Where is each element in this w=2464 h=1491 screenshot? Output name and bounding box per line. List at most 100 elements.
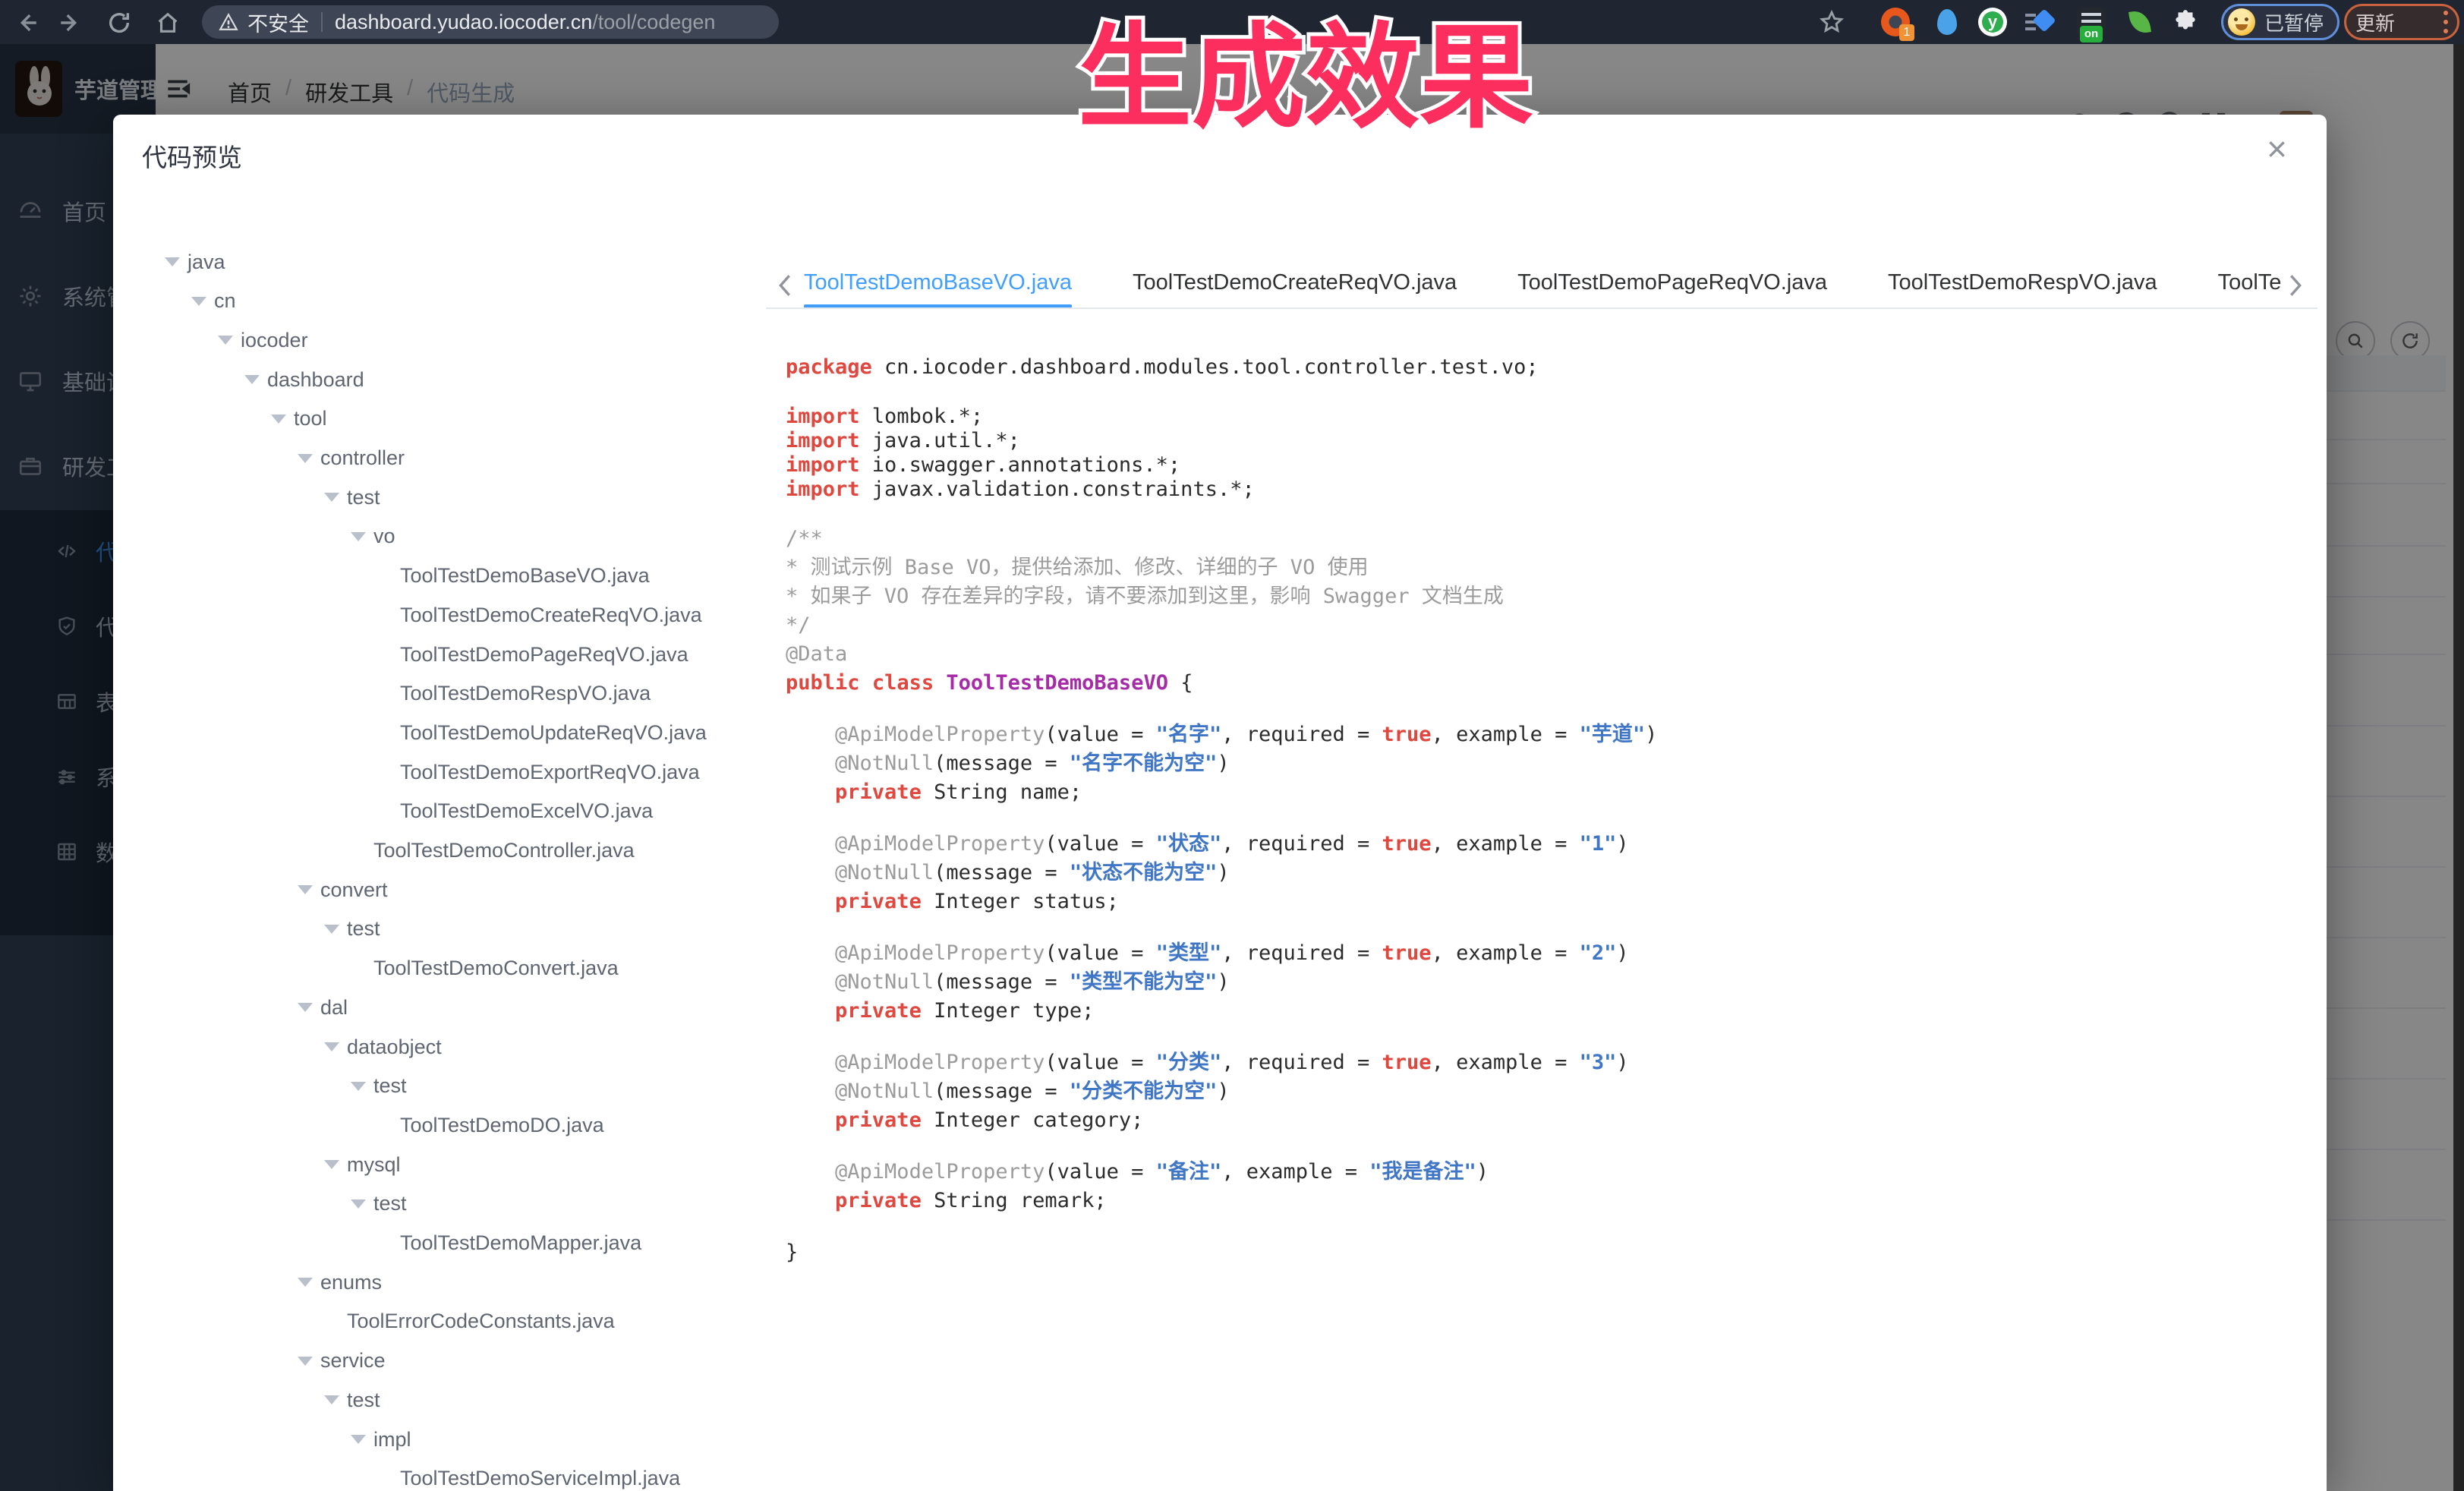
tree-folder[interactable]: dashboard (113, 360, 758, 399)
security-label[interactable]: 不安全 (247, 8, 309, 37)
profile-emoji-icon (2228, 8, 2255, 36)
dialog-title: 代码预览 (142, 137, 242, 174)
tree-folder[interactable]: java (113, 242, 758, 282)
tree-expand-caret-icon[interactable] (165, 257, 180, 274)
tree-file[interactable]: ToolTestDemoPageReqVO.java (113, 635, 758, 674)
tree-item-label: ToolTestDemoExportReqVO.java (400, 761, 700, 784)
tree-expand-caret-icon[interactable] (191, 297, 206, 314)
file-tab[interactable]: ToolTe (2218, 260, 2282, 308)
extension-gem-icon[interactable] (2025, 8, 2054, 36)
tree-expand-caret-icon[interactable] (324, 493, 339, 509)
tree-file[interactable]: ToolTestDemoExportReqVO.java (113, 752, 758, 792)
tree-expand-caret-icon[interactable] (298, 1357, 313, 1373)
tree-folder[interactable]: convert (113, 870, 758, 909)
tree-expand-caret-icon[interactable] (218, 336, 233, 352)
tree-expand-caret-icon[interactable] (351, 532, 366, 549)
reload-icon[interactable] (106, 10, 132, 36)
tree-item-label: ToolTestDemoUpdateReqVO.java (400, 721, 707, 745)
tree-folder[interactable]: dataobject (113, 1027, 758, 1067)
tree-folder[interactable]: test (113, 478, 758, 517)
tree-file[interactable]: ToolTestDemoBaseVO.java (113, 556, 758, 596)
browser-chrome: 不安全 dashboard.yudao.iocoder.cn/tool/code… (0, 0, 2464, 44)
bookmark-star-icon[interactable] (1819, 9, 1845, 35)
home-icon[interactable] (155, 10, 181, 36)
code-line: private String name; (786, 778, 2281, 807)
extension-y-icon[interactable]: y (1978, 8, 2007, 36)
tree-expand-caret-icon[interactable] (298, 1003, 313, 1020)
tree-expand-caret-icon[interactable] (324, 1160, 339, 1177)
tree-folder[interactable]: test (113, 1184, 758, 1224)
code-line: package cn.iocoder.dashboard.modules.too… (786, 353, 2281, 382)
tree-file[interactable]: ToolTestDemoExcelVO.java (113, 792, 758, 831)
tree-item-label: ToolTestDemoPageReqVO.java (400, 643, 688, 667)
browser-menu-icon[interactable] (2444, 11, 2448, 33)
tree-item-label: convert (320, 878, 388, 902)
tree-expand-caret-icon[interactable] (298, 1278, 313, 1294)
tree-folder[interactable]: test (113, 1067, 758, 1106)
tree-expand-caret-icon[interactable] (298, 454, 313, 471)
extensions-puzzle-icon[interactable] (2171, 8, 2200, 36)
tree-expand-caret-icon[interactable] (351, 1082, 366, 1099)
tabs-scroll-right-icon[interactable] (2286, 273, 2305, 298)
code-line: import io.swagger.annotations.*; (786, 453, 2281, 478)
file-tab[interactable]: ToolTestDemoPageReqVO.java (1517, 260, 1827, 308)
divider (321, 12, 323, 32)
tree-folder[interactable]: dal (113, 988, 758, 1027)
tree-file[interactable]: ToolTestDemoRespVO.java (113, 674, 758, 714)
tree-expand-caret-icon[interactable] (351, 1435, 366, 1452)
file-tabs: ToolTestDemoBaseVO.java ToolTestDemoCreat… (766, 260, 2317, 309)
tree-item-label: ToolTestDemoBaseVO.java (400, 564, 650, 588)
tree-expand-caret-icon[interactable] (324, 1395, 339, 1412)
file-tab[interactable]: ToolTestDemoCreateReqVO.java (1133, 260, 1457, 308)
url-text[interactable]: dashboard.yudao.iocoder.cn/tool/codegen (335, 11, 715, 34)
tree-item-label: iocoder (241, 329, 308, 352)
extension-leaf-icon[interactable] (2125, 8, 2154, 36)
tree-expand-caret-icon[interactable] (324, 1042, 339, 1059)
extension-ubuntu-icon[interactable]: 1 (1881, 8, 1910, 36)
code-viewer[interactable]: package cn.iocoder.dashboard.modules.too… (786, 353, 2281, 1491)
tree-file[interactable]: ToolErrorCodeConstants.java (113, 1302, 758, 1341)
tree-file[interactable]: ToolTestDemoCreateReqVO.java (113, 595, 758, 635)
tree-folder[interactable]: tool (113, 399, 758, 439)
code-blank-line (786, 1026, 2281, 1048)
tree-folder[interactable]: controller (113, 439, 758, 478)
tabs-scroll-left-icon[interactable] (775, 273, 795, 298)
tree-file[interactable]: ToolTestDemoMapper.java (113, 1224, 758, 1263)
tree-file[interactable]: ToolTestDemoUpdateReqVO.java (113, 713, 758, 752)
tree-folder[interactable]: iocoder (113, 320, 758, 360)
tree-folder[interactable]: enums (113, 1262, 758, 1302)
browser-update-button[interactable]: 更新 (2344, 4, 2459, 40)
tree-file[interactable]: ToolTestDemoConvert.java (113, 949, 758, 988)
file-tab[interactable]: ToolTestDemoBaseVO.java (804, 260, 1072, 308)
tree-folder[interactable]: service (113, 1341, 758, 1381)
tree-file[interactable]: ToolTestDemoServiceImpl.java (113, 1459, 758, 1491)
url-bar[interactable]: 不安全 dashboard.yudao.iocoder.cn/tool/code… (202, 5, 779, 39)
tree-file[interactable]: ToolTestDemoDO.java (113, 1105, 758, 1145)
close-icon[interactable]: × (2267, 131, 2287, 166)
code-blank-line (786, 807, 2281, 830)
tree-folder[interactable]: test (113, 1380, 758, 1420)
code-blank-line (786, 916, 2281, 939)
tree-expand-caret-icon[interactable] (351, 1199, 366, 1216)
tree-folder[interactable]: vo (113, 517, 758, 556)
code-line: private Integer type; (786, 997, 2281, 1026)
tree-expand-caret-icon[interactable] (298, 885, 313, 902)
extension-drop-icon[interactable] (1933, 8, 1961, 36)
tree-expand-caret-icon[interactable] (324, 925, 339, 941)
tree-expand-caret-icon[interactable] (244, 375, 260, 392)
extension-tampermonkey-icon[interactable]: on (2077, 8, 2106, 36)
tree-file[interactable]: ToolTestDemoController.java (113, 831, 758, 871)
profile-chip[interactable]: 已暂停 (2221, 4, 2340, 40)
extension-badge: 1 (1899, 24, 1914, 41)
code-line: * 测试示例 Base VO，提供给添加、修改、详细的子 VO 使用 (786, 553, 2281, 582)
back-icon[interactable] (14, 10, 39, 36)
tree-item-label: service (320, 1349, 386, 1373)
tree-folder[interactable]: test (113, 909, 758, 949)
tree-folder[interactable]: impl (113, 1420, 758, 1459)
tree-expand-caret-icon[interactable] (271, 415, 286, 431)
code-line: /** (786, 525, 2281, 553)
file-tab[interactable]: ToolTestDemoRespVO.java (1888, 260, 2157, 308)
forward-icon[interactable] (58, 10, 83, 36)
tree-folder[interactable]: cn (113, 282, 758, 321)
tree-folder[interactable]: mysql (113, 1145, 758, 1184)
